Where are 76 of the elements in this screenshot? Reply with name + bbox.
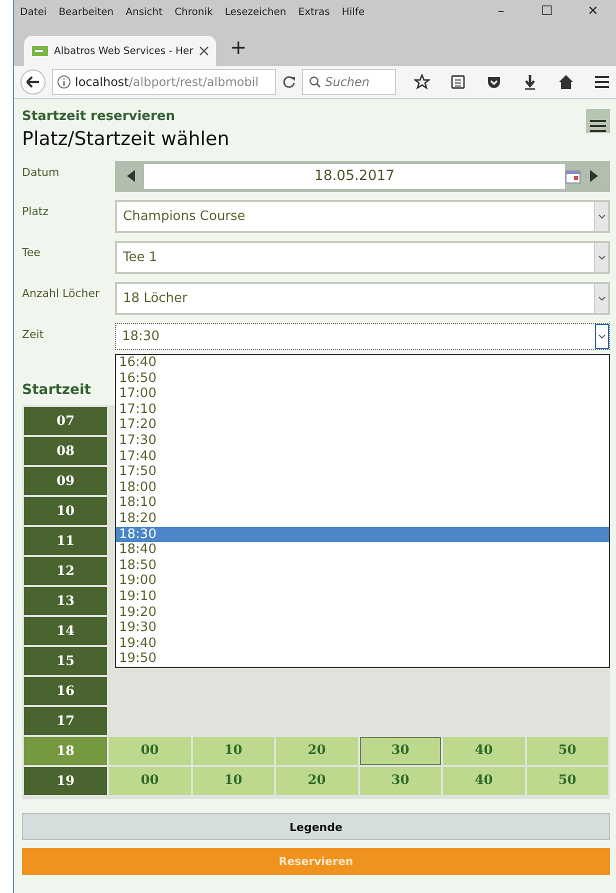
dropdown-option[interactable]: 19:40 [116, 636, 609, 652]
dropdown-option[interactable]: 17:30 [116, 432, 609, 449]
dropdown-option[interactable]: 18:20 [116, 510, 609, 527]
dropdown[interactable]: 18 Löcher [115, 282, 610, 315]
time-slot[interactable]: 40 [443, 737, 524, 765]
hour-cell[interactable]: 10 [24, 497, 107, 525]
hour-cell[interactable]: 09 [24, 467, 107, 495]
maximize-button[interactable]: ☐ [524, 2, 570, 22]
hour-cell[interactable]: 19 [24, 767, 107, 795]
dropdown-option[interactable]: 19:30 [116, 620, 609, 636]
field-label: Zeit [22, 327, 45, 343]
field-label: Datum [22, 165, 60, 181]
dropdown-option[interactable]: 18:40 [116, 542, 609, 558]
hour-cell[interactable]: 16 [24, 677, 107, 705]
time-slot[interactable]: 10 [192, 767, 274, 795]
dropdown-option[interactable]: 19:20 [116, 604, 609, 620]
menu-item[interactable]: Hilfe [342, 4, 365, 20]
dropdown-option[interactable]: 16:40 [116, 355, 609, 371]
tab-title: Albatros Web Services - Her [54, 44, 194, 58]
hour-cell[interactable]: 08 [24, 437, 107, 465]
time-slot[interactable]: 30 [360, 737, 441, 765]
close-button[interactable]: ✕ [570, 2, 616, 22]
dropdown-option[interactable]: 17:50 [116, 464, 609, 480]
dropdown-option[interactable]: 19:50 [116, 651, 609, 667]
menu-item[interactable]: Lesezeichen [224, 4, 286, 20]
hour-cell[interactable]: 12 [24, 557, 107, 585]
menu-item[interactable]: Chronik [174, 4, 213, 20]
url-text: localhost/albport/rest/albmobil [75, 74, 259, 91]
menu-item[interactable]: Bearbeiten [58, 4, 114, 20]
field-label: Platz [22, 204, 50, 220]
time-slot[interactable]: 40 [443, 767, 524, 795]
minimize-button[interactable]: – [478, 2, 524, 22]
time-slot[interactable]: 50 [526, 737, 608, 765]
dropdown-option[interactable]: 17:00 [116, 386, 609, 402]
time-slot[interactable]: 10 [192, 737, 274, 765]
field-label: Anzahl Löcher [22, 286, 101, 302]
hour-cell[interactable]: 15 [24, 647, 107, 675]
time-slot[interactable]: 30 [360, 767, 441, 795]
dropdown-option[interactable]: 16:50 [116, 370, 609, 386]
dropdown-option[interactable]: 18:50 [116, 558, 609, 574]
date-value: 18.05.2017 [144, 164, 565, 189]
hour-cell[interactable]: 11 [24, 527, 107, 555]
page-title: Platz/Startzeit wählen [22, 126, 230, 152]
time-slot[interactable]: 00 [109, 767, 190, 795]
search-field[interactable]: Suchen [302, 69, 396, 95]
dropdown-option[interactable]: 18:30 [116, 526, 609, 542]
dropdown-option[interactable]: 19:00 [116, 573, 609, 589]
dropdown-option[interactable]: 18:10 [116, 495, 609, 511]
menu-item[interactable]: Extras [298, 4, 330, 20]
new-tab-button[interactable]: + [230, 32, 247, 66]
time-slot[interactable]: 50 [526, 767, 608, 795]
dropdown-option[interactable]: 17:10 [116, 402, 609, 418]
dropdown[interactable]: Tee 1 [115, 241, 610, 274]
legend-button[interactable]: Legende [22, 813, 610, 840]
browser-tab[interactable]: Albatros Web Services - Her [24, 36, 216, 66]
hour-cell[interactable]: 13 [24, 587, 107, 615]
address-bar[interactable]: localhost/albport/rest/albmobil [52, 69, 276, 95]
dropdown[interactable]: 18:30 [115, 323, 610, 350]
section-title: Startzeit [22, 381, 91, 400]
field-label: Tee [22, 245, 42, 261]
page-kicker: Startzeit reservieren [22, 108, 175, 126]
hour-cell[interactable]: 18 [24, 737, 107, 765]
hour-cell[interactable]: 17 [24, 707, 107, 735]
dropdown-option[interactable]: 17:40 [116, 448, 609, 464]
menu-item[interactable]: Datei [20, 4, 47, 20]
time-slot[interactable]: 20 [276, 767, 358, 795]
time-slot[interactable]: 20 [276, 737, 358, 765]
dropdown-option[interactable]: 17:20 [116, 417, 609, 433]
hour-cell[interactable]: 14 [24, 617, 107, 645]
date-picker[interactable]: 18.05.2017 [115, 161, 610, 192]
hour-cell[interactable]: 07 [24, 407, 107, 435]
dropdown[interactable]: Champions Course [115, 200, 610, 233]
time-slot[interactable]: 00 [109, 737, 190, 765]
menu-item[interactable]: Ansicht [126, 4, 163, 20]
dropdown-option[interactable]: 19:10 [116, 588, 609, 604]
dropdown-option[interactable]: 18:00 [116, 480, 609, 496]
